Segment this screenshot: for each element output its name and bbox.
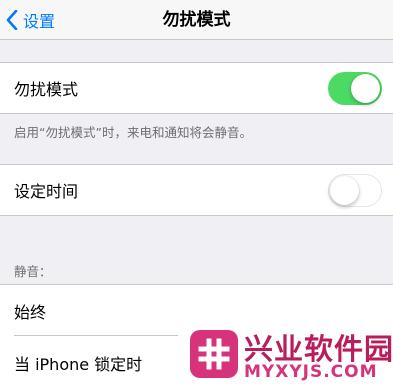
toggle-knob	[330, 175, 359, 205]
option-label: 当 iPhone 锁定时	[14, 354, 143, 374]
dnd-toggle[interactable]	[328, 72, 382, 105]
scheduled-row: 设定时间	[0, 164, 393, 216]
watermark: 兴业软件园 MYXYJS.COM	[178, 320, 393, 389]
navigation-bar: 设置 勿扰模式	[0, 0, 393, 40]
toggle-knob	[351, 74, 380, 103]
hash-logo-icon	[190, 330, 238, 378]
silence-section-header: 静音：	[14, 264, 52, 279]
scheduled-toggle[interactable]	[328, 174, 382, 207]
watermark-url: MYXYJS.COM	[244, 362, 378, 382]
page-title: 勿扰模式	[162, 10, 231, 30]
dnd-footer-note: 启用“勿扰模式”时，来电和通知将会静音。	[14, 125, 252, 140]
dnd-label: 勿扰模式	[14, 80, 79, 99]
option-label: 始终	[14, 302, 47, 322]
dnd-row: 勿扰模式	[0, 62, 393, 114]
scheduled-label: 设定时间	[14, 182, 79, 201]
